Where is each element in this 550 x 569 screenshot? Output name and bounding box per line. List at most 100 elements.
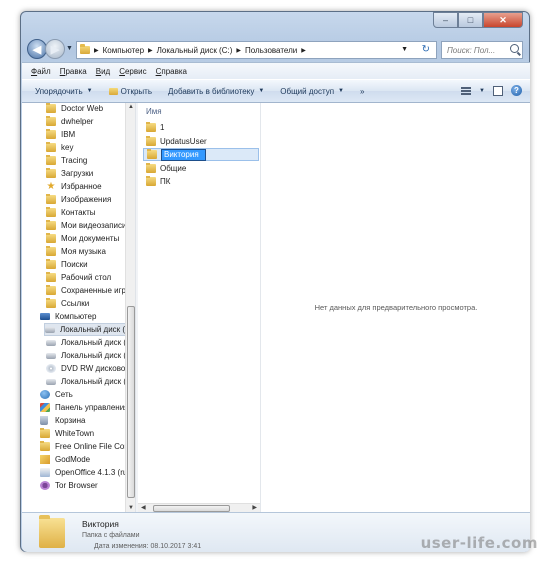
address-bar[interactable]: ▶ Компьютер ▶ Локальный диск (C:) ▶ Поль… (76, 41, 437, 59)
forward-button[interactable]: ▶ (45, 39, 65, 59)
address-dropdown-icon[interactable]: ▼ (401, 46, 408, 53)
tree-item-label: Изображения (61, 195, 112, 204)
tree-item[interactable]: Панель управления (40, 401, 129, 414)
view-options-chevron-icon[interactable]: ▼ (479, 88, 485, 94)
tree-item-label: Контакты (61, 208, 96, 217)
tree-item[interactable]: Doctor Web (46, 103, 103, 115)
tree-item[interactable]: DVD RW дисковод (46, 362, 130, 375)
folder-icon (146, 162, 156, 173)
tree-item[interactable]: Загрузки (46, 167, 93, 180)
tree-item[interactable]: Компьютер (40, 310, 96, 323)
search-input[interactable]: Поиск: Пол... (441, 41, 523, 59)
recent-pages-chevron-icon[interactable]: ▼ (66, 45, 73, 52)
tree-item[interactable]: Free Online File Conversion (40, 440, 135, 453)
folder-icon (46, 233, 56, 243)
rename-input[interactable]: Виктория (161, 148, 206, 161)
tree-item[interactable]: WhiteTown (40, 427, 94, 440)
tree-item[interactable]: OpenOffice 4.1.3 (ru) (40, 466, 130, 479)
tree-item[interactable]: Изображения (46, 193, 111, 206)
disk-icon (46, 378, 56, 385)
search-icon[interactable] (510, 44, 519, 53)
tree-item[interactable]: IBM (46, 128, 75, 141)
scroll-left-icon[interactable]: ◀ (141, 504, 146, 511)
disk-icon (45, 326, 55, 333)
column-header-name[interactable]: Имя (146, 107, 162, 116)
tree-item[interactable]: Корзина (40, 414, 85, 427)
breadcrumb-separator-icon[interactable]: ▶ (94, 47, 99, 54)
scroll-up-icon[interactable]: ▲ (128, 104, 134, 110)
tree-item[interactable]: Мои видеозаписи (46, 219, 126, 232)
recycle-bin-icon (40, 416, 48, 425)
scroll-down-icon[interactable]: ▼ (128, 505, 134, 511)
more-commands-button[interactable]: » (360, 87, 364, 96)
tree-item[interactable]: Локальный диск (D:) (46, 336, 135, 349)
menu-tools[interactable]: Сервис (119, 67, 146, 76)
breadcrumb-local-disk[interactable]: Локальный диск (C:) (157, 46, 233, 55)
tree-item[interactable]: Ссылки (46, 297, 89, 310)
menu-file[interactable]: Файл (31, 67, 51, 76)
maximize-button[interactable]: □ (458, 12, 483, 28)
folder-icon (46, 194, 56, 204)
breadcrumb-users[interactable]: Пользователи (245, 46, 297, 55)
more-commands-label: » (360, 86, 365, 96)
help-icon[interactable]: ? (511, 85, 522, 96)
tor-icon (40, 481, 50, 490)
breadcrumb-separator-icon[interactable]: ▶ (301, 47, 306, 54)
tree-item-label: Локальный диск (D:) (61, 338, 135, 347)
tree-item[interactable]: Tor Browser (40, 479, 98, 492)
file-list-hscrollbar[interactable]: ◀ ▶ (138, 503, 260, 512)
file-item[interactable]: ПК (146, 175, 170, 188)
openoffice-icon (40, 468, 50, 477)
tree-item[interactable]: Рабочий стол (46, 271, 111, 284)
open-button[interactable]: Открыть (108, 86, 152, 96)
file-item-label: UpdatusUser (160, 136, 207, 146)
tree-item[interactable]: key (46, 141, 73, 154)
menu-view[interactable]: Вид (96, 67, 110, 76)
tree-item[interactable]: dwhelper (46, 115, 93, 128)
folder-icon (40, 428, 50, 438)
file-item[interactable]: 1 (146, 121, 164, 134)
refresh-icon[interactable]: ↻ (422, 44, 430, 55)
tree-item[interactable]: Сеть (40, 388, 73, 401)
navigation-pane: Doctor Web dwhelper IBM key Tracing Загрузки ★… (22, 103, 135, 512)
breadcrumb-separator-icon[interactable]: ▶ (236, 47, 241, 54)
tree-item[interactable]: Локальный диск (C:) (44, 323, 135, 336)
breadcrumb-separator-icon[interactable]: ▶ (148, 47, 153, 54)
open-folder-icon (108, 87, 118, 95)
add-to-library-button[interactable]: Добавить в библиотеку ▼ (168, 87, 264, 96)
file-item-label: ПК (160, 177, 171, 186)
breadcrumb-computer[interactable]: Компьютер (103, 46, 144, 55)
tree-item[interactable]: Мои документы (46, 232, 119, 245)
folder-icon (46, 129, 56, 139)
tree-item[interactable]: Tracing (46, 154, 87, 167)
file-item[interactable]: UpdatusUser (146, 135, 207, 148)
scroll-right-icon[interactable]: ▶ (252, 504, 257, 511)
tree-item[interactable]: Моя музыка (46, 245, 106, 258)
close-button[interactable]: ✕ (483, 12, 523, 28)
scrollbar-thumb[interactable] (153, 505, 230, 512)
menu-edit[interactable]: Правка (60, 67, 87, 76)
navigation-scrollbar[interactable]: ▲ ▼ (125, 103, 135, 512)
folder-icon (46, 272, 56, 282)
back-button[interactable]: ◀ (27, 39, 47, 59)
tree-item-label: key (61, 143, 74, 152)
tree-item[interactable]: Контакты (46, 206, 96, 219)
tree-item[interactable]: Локальный диск (Y:) (46, 375, 135, 388)
menu-help[interactable]: Справка (156, 67, 187, 76)
open-label: Открыть (120, 86, 152, 96)
tree-item[interactable]: GodMode (40, 453, 90, 466)
minimize-button[interactable]: – (433, 12, 458, 28)
tree-item-label: Сеть (55, 390, 73, 399)
organize-button[interactable]: Упорядочить ▼ (35, 87, 93, 96)
tree-item[interactable]: ★ Избранное (46, 180, 102, 193)
scrollbar-thumb[interactable] (127, 306, 135, 498)
tree-item[interactable]: Поиски (46, 258, 88, 271)
tree-item[interactable]: Сохраненные игры (46, 284, 132, 297)
file-item-renaming[interactable]: Виктория (143, 148, 259, 161)
tree-item[interactable]: Локальный диск (E:) (46, 349, 135, 362)
file-item[interactable]: Общие (146, 162, 186, 175)
share-button[interactable]: Общий доступ ▼ (280, 87, 344, 96)
caption-buttons: – □ ✕ (433, 12, 523, 28)
preview-pane-icon[interactable] (493, 85, 503, 96)
change-view-icon[interactable] (461, 86, 472, 95)
